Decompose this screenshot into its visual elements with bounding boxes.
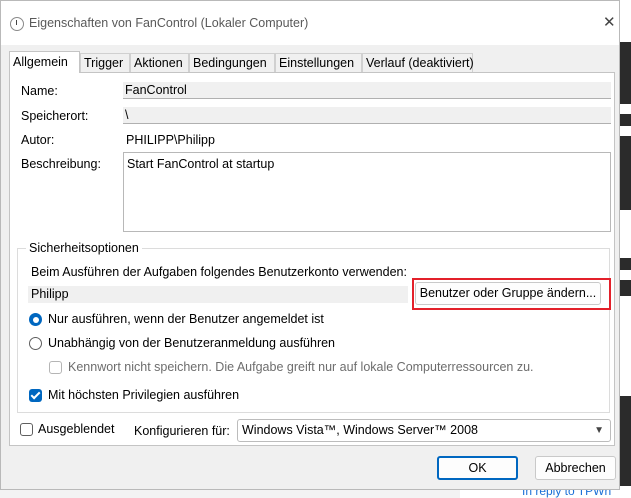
- background-stripe: [620, 126, 631, 136]
- configure-for-value: Windows Vista™, Windows Server™ 2008: [242, 423, 478, 437]
- checkbox-no-store-password: [49, 361, 62, 374]
- location-field: \: [123, 107, 611, 124]
- tab-verlauf[interactable]: Verlauf (deaktiviert): [362, 53, 474, 72]
- radio-run-logged-on-label[interactable]: Nur ausführen, wenn der Benutzer angemel…: [48, 312, 324, 326]
- background-stripe: [620, 296, 631, 396]
- background-window-edge: [620, 0, 631, 498]
- author-value: PHILIPP\Philipp: [126, 133, 215, 147]
- task-properties-dialog: Eigenschaften von FanControl (Lokaler Co…: [0, 0, 620, 490]
- background-stripe: [620, 104, 631, 114]
- highlight-box: [412, 278, 611, 310]
- background-stripe: [620, 270, 631, 280]
- configure-for-label: Konfigurieren für:: [134, 424, 230, 438]
- ok-button[interactable]: OK: [437, 456, 518, 480]
- name-label: Name:: [21, 84, 58, 98]
- location-label: Speicherort:: [21, 109, 89, 123]
- author-label: Autor:: [21, 133, 55, 147]
- title-bar[interactable]: Eigenschaften von FanControl (Lokaler Co…: [1, 1, 619, 45]
- checkbox-hidden[interactable]: [20, 423, 33, 436]
- background-stripe: [620, 210, 631, 258]
- radio-run-independent[interactable]: [29, 337, 42, 350]
- tab-aktionen[interactable]: Aktionen: [130, 53, 189, 72]
- tab-bedingungen[interactable]: Bedingungen: [189, 53, 275, 72]
- background-stripe: [620, 0, 631, 42]
- close-icon[interactable]: ✕: [603, 13, 616, 31]
- radio-run-logged-on[interactable]: [29, 313, 42, 326]
- chevron-down-icon: ▼: [594, 425, 604, 436]
- checkbox-highest-privileges-label[interactable]: Mit höchsten Privilegien ausführen: [48, 388, 239, 402]
- clock-icon: [10, 17, 24, 31]
- name-field[interactable]: FanControl: [123, 82, 611, 99]
- checkbox-hidden-label[interactable]: Ausgeblendet: [38, 422, 114, 436]
- checkbox-highest-privileges[interactable]: [29, 389, 42, 402]
- description-label: Beschreibung:: [21, 157, 101, 171]
- tab-einstellungen[interactable]: Einstellungen: [275, 53, 362, 72]
- radio-run-independent-label[interactable]: Unabhängig von der Benutzeranmeldung aus…: [48, 336, 335, 350]
- security-options-title: Sicherheitsoptionen: [26, 241, 142, 255]
- cancel-button[interactable]: Abbrechen: [535, 456, 616, 480]
- tab-allgemein[interactable]: Allgemein: [9, 51, 80, 73]
- account-prompt: Beim Ausführen der Aufgaben folgendes Be…: [31, 265, 407, 279]
- tab-trigger[interactable]: Trigger: [80, 53, 130, 72]
- checkbox-no-store-password-label: Kennwort nicht speichern. Die Aufgabe gr…: [68, 360, 534, 374]
- description-textarea[interactable]: Start FanControl at startup: [123, 152, 611, 232]
- user-account-field: Philipp: [28, 286, 408, 303]
- configure-for-select[interactable]: Windows Vista™, Windows Server™ 2008 ▼: [237, 419, 611, 442]
- window-title: Eigenschaften von FanControl (Lokaler Co…: [29, 16, 309, 30]
